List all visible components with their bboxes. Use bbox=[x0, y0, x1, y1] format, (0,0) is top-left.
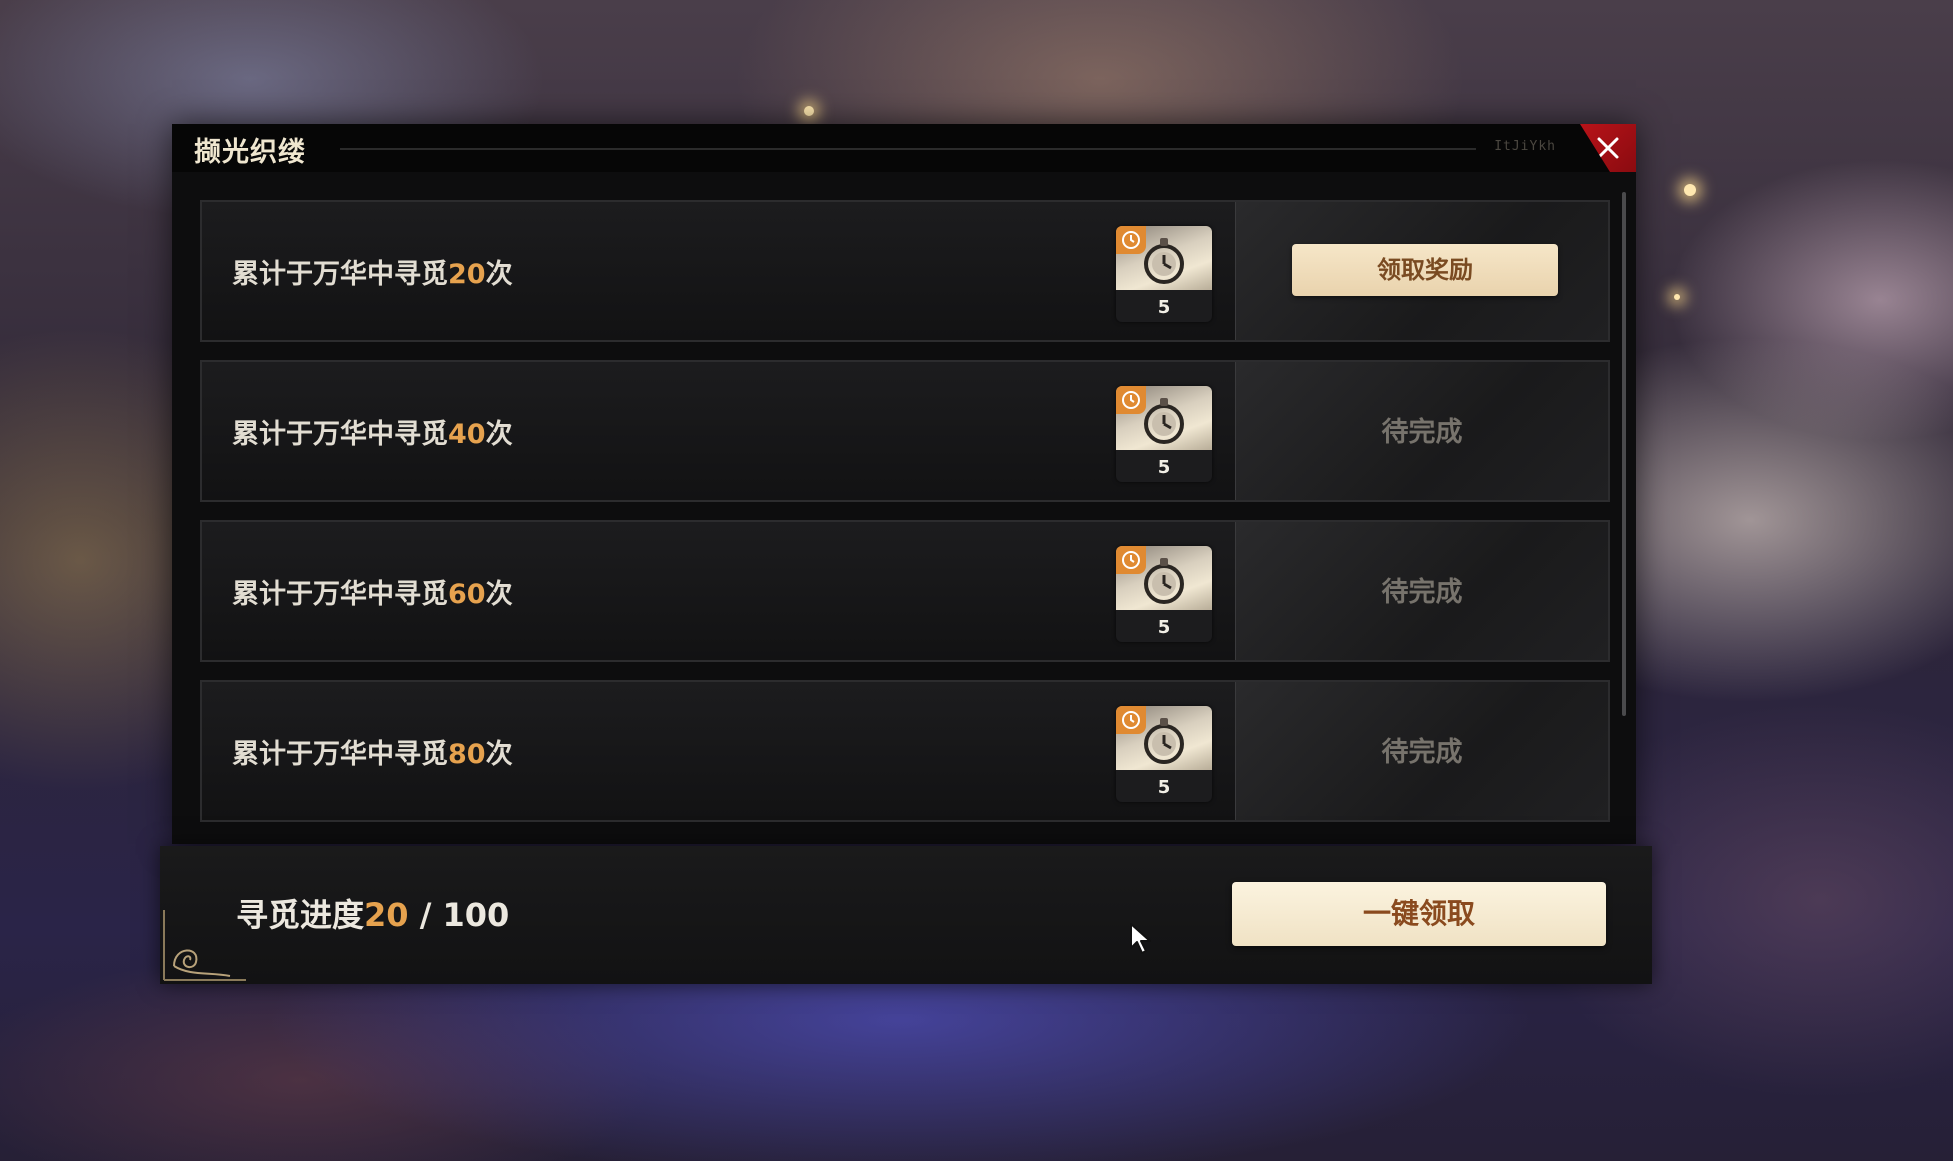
progress-footer: 寻觅进度20 / 100 一键领取 bbox=[160, 846, 1652, 984]
progress-current: 20 bbox=[364, 896, 409, 934]
mouse-cursor-icon bbox=[1130, 923, 1151, 954]
task-action-cell: 待完成 bbox=[1235, 682, 1608, 820]
reward-item[interactable]: 5 bbox=[1116, 226, 1212, 322]
task-label: 累计于万华中寻觅20次 bbox=[232, 259, 513, 290]
reward-item[interactable]: 5 bbox=[1116, 386, 1212, 482]
claim-all-button[interactable]: 一键领取 bbox=[1232, 882, 1606, 946]
task-action-cell: 领取奖励 bbox=[1235, 202, 1608, 340]
title-bar: 撷光织缕 ItJiYkh bbox=[172, 124, 1636, 172]
reward-count: 5 bbox=[1157, 777, 1171, 798]
task-row: 累计于万华中寻觅40次 5 待完成 bbox=[200, 360, 1610, 502]
task-count: 20 bbox=[448, 259, 486, 290]
reward-count: 5 bbox=[1157, 457, 1171, 478]
timer-badge bbox=[1116, 706, 1146, 734]
scrollbar[interactable] bbox=[1622, 192, 1626, 716]
timer-badge bbox=[1116, 546, 1146, 574]
task-row: 累计于万华中寻觅80次 5 待完成 bbox=[200, 680, 1610, 822]
light-sparkle bbox=[804, 106, 814, 116]
light-sparkle bbox=[1674, 294, 1680, 300]
claim-reward-button[interactable]: 领取奖励 bbox=[1292, 244, 1558, 296]
reward-item[interactable]: 5 bbox=[1116, 546, 1212, 642]
task-label: 累计于万华中寻觅40次 bbox=[232, 419, 513, 450]
reward-item[interactable]: 5 bbox=[1116, 706, 1212, 802]
close-icon bbox=[1597, 137, 1619, 159]
title-divider bbox=[340, 148, 1476, 150]
light-sparkle bbox=[1684, 184, 1696, 196]
clock-icon bbox=[1122, 711, 1140, 729]
pending-status: 待完成 bbox=[1381, 417, 1463, 448]
task-action-cell: 待完成 bbox=[1235, 362, 1608, 500]
task-label: 累计于万华中寻觅80次 bbox=[232, 739, 513, 770]
task-count: 80 bbox=[448, 739, 486, 770]
clock-icon bbox=[1122, 551, 1140, 569]
task-count: 60 bbox=[448, 579, 486, 610]
task-count: 40 bbox=[448, 419, 486, 450]
task-row: 累计于万华中寻觅20次 5 领取奖励 bbox=[200, 200, 1610, 342]
reward-panel: 撷光织缕 ItJiYkh 累计于万华中寻觅20次 5 领取奖励 累计于万华中寻觅… bbox=[172, 124, 1636, 844]
search-progress: 寻觅进度20 / 100 bbox=[236, 896, 510, 934]
progress-total: 100 bbox=[442, 896, 510, 934]
timer-badge bbox=[1116, 386, 1146, 414]
clock-icon bbox=[1122, 231, 1140, 249]
reward-count: 5 bbox=[1157, 617, 1171, 638]
clock-icon bbox=[1122, 391, 1140, 409]
task-row: 累计于万华中寻觅60次 5 待完成 bbox=[200, 520, 1610, 662]
task-label: 累计于万华中寻觅60次 bbox=[232, 579, 513, 610]
task-action-cell: 待完成 bbox=[1235, 522, 1608, 660]
timer-badge bbox=[1116, 226, 1146, 254]
pending-status: 待完成 bbox=[1381, 577, 1463, 608]
close-button[interactable] bbox=[1580, 124, 1636, 172]
panel-title: 撷光织缕 bbox=[194, 137, 306, 168]
title-decoration-text: ItJiYkh bbox=[1494, 139, 1556, 154]
pending-status: 待完成 bbox=[1381, 737, 1463, 768]
reward-count: 5 bbox=[1157, 297, 1171, 318]
